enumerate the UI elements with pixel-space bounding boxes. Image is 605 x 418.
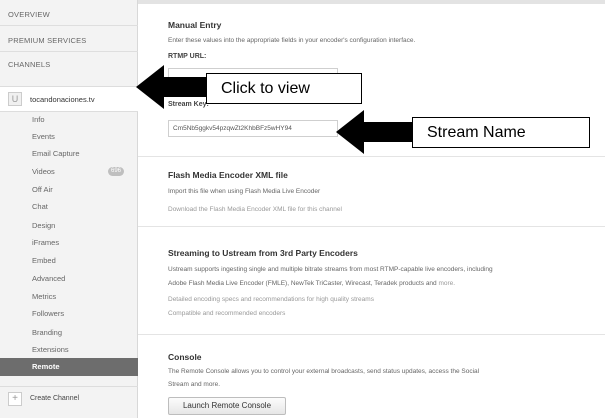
encoding-specs-link[interactable]: Detailed encoding specs and recommendati…: [168, 296, 374, 303]
sidebar-item-embed[interactable]: Embed: [0, 252, 138, 269]
divider: [138, 156, 605, 157]
launch-remote-console-button[interactable]: Launch Remote Console: [168, 397, 286, 415]
sidebar: OVERVIEW PREMIUM SERVICES CHANNELS U toc…: [0, 0, 138, 418]
console-title: Console: [168, 352, 202, 362]
sidebar-channel-item[interactable]: U tocandonaciones.tv: [0, 86, 138, 112]
manual-entry-title: Manual Entry: [168, 20, 222, 30]
recommended-encoders-link[interactable]: Compatible and recommended encoders: [168, 310, 285, 317]
sidebar-item-off-air[interactable]: Off Air: [0, 181, 138, 198]
sidebar-item-remote[interactable]: Remote: [0, 358, 138, 376]
third-party-description: Ustream supports ingesting single and mu…: [168, 266, 493, 273]
create-channel-button[interactable]: + Create Channel: [0, 386, 138, 410]
sidebar-item-metrics[interactable]: Metrics: [0, 288, 138, 305]
rtmp-url-label: RTMP URL:: [168, 53, 207, 60]
videos-count-badge: 696: [107, 167, 124, 176]
sidebar-item-iframes[interactable]: iFrames: [0, 234, 138, 251]
sidebar-item-email-capture[interactable]: Email Capture: [0, 145, 138, 162]
sidebar-item-extensions[interactable]: Extensions: [0, 341, 138, 358]
console-description-2: Stream and more.: [168, 381, 221, 388]
top-strip: [138, 0, 605, 4]
console-description: The Remote Console allows you to control…: [168, 368, 480, 375]
sidebar-premium-services[interactable]: PREMIUM SERVICES: [0, 30, 138, 52]
sidebar-item-info[interactable]: Info: [0, 111, 138, 128]
third-party-title: Streaming to Ustream from 3rd Party Enco…: [168, 248, 358, 258]
sidebar-item-design[interactable]: Design: [0, 217, 138, 234]
main-content: Manual Entry Enter these values into the…: [138, 0, 605, 418]
sidebar-item-events[interactable]: Events: [0, 128, 138, 145]
channel-avatar: U: [8, 92, 22, 106]
more-link[interactable]: more.: [438, 280, 455, 287]
divider: [138, 334, 605, 335]
sidebar-item-branding[interactable]: Branding: [0, 324, 138, 341]
click-to-view-callout: Click to view: [206, 73, 362, 104]
flash-xml-import-text: Import this file when using Flash Media …: [168, 188, 321, 195]
sidebar-item-advanced[interactable]: Advanced: [0, 270, 138, 287]
third-party-description-2: Adobe Flash Media Live Encoder (FMLE), N…: [168, 280, 455, 287]
sidebar-item-label: Videos: [32, 167, 55, 176]
create-channel-label: Create Channel: [30, 395, 80, 402]
stream-name-arrow-icon: [336, 110, 412, 154]
stream-name-callout: Stream Name: [412, 117, 590, 148]
stream-key-field[interactable]: Cm5Nb5ggkv54pzqwZt2KhbBFz5wHY94: [168, 120, 338, 137]
plus-icon: +: [8, 392, 22, 406]
sidebar-item-videos[interactable]: Videos 696: [0, 163, 138, 180]
sidebar-item-chat[interactable]: Chat: [0, 198, 138, 215]
divider: [138, 226, 605, 227]
flash-xml-download-link[interactable]: Download the Flash Media Encoder XML fil…: [168, 206, 342, 213]
sidebar-overview[interactable]: OVERVIEW: [0, 4, 138, 26]
third-party-encoders-text: Adobe Flash Media Live Encoder (FMLE), N…: [168, 280, 437, 287]
flash-xml-title: Flash Media Encoder XML file: [168, 170, 288, 180]
click-to-view-arrow-icon: [136, 65, 218, 109]
sidebar-item-followers[interactable]: Followers: [0, 305, 138, 322]
manual-entry-description: Enter these values into the appropriate …: [168, 37, 416, 44]
channel-name: tocandonaciones.tv: [30, 95, 95, 104]
sidebar-channels-heading: CHANNELS: [8, 60, 51, 69]
